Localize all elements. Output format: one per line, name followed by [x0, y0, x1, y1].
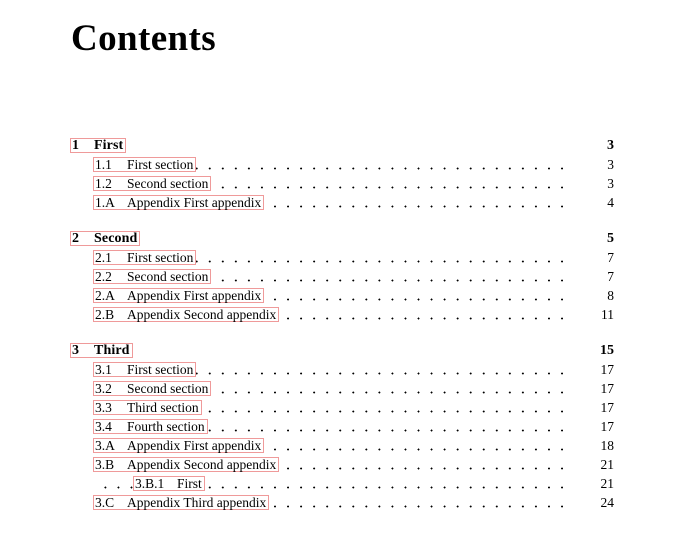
toc-page-number: 8	[574, 286, 614, 305]
toc-page-number: 21	[574, 455, 614, 474]
page-title: Contents	[71, 18, 217, 59]
toc-entry-number: 2.B	[95, 307, 115, 322]
toc-link-box[interactable]: 3.C Appendix Third appendix	[93, 495, 270, 510]
toc-entry-number: 3.A	[95, 438, 115, 453]
toc-entry-section[interactable]: 2.A Appendix First appendix 8	[0, 286, 700, 305]
toc-group: 3 Third 15 3.1 First section 17 3.2 Second sect…	[0, 341, 700, 512]
toc-entry-number: 3.2	[95, 381, 112, 396]
document-page: Contents 1 First 3 1.1 First section 3 1.2 Seco…	[0, 0, 700, 549]
toc-page-number: 11	[574, 305, 614, 324]
toc-entry-number: 2	[72, 231, 80, 246]
toc-link-box[interactable]: 1 First	[70, 138, 127, 153]
toc-page-number: 18	[574, 436, 614, 455]
toc-entry-label: Appendix Third appendix	[127, 495, 267, 510]
toc-entry-section[interactable]: 1.2 Second section 3	[0, 174, 700, 193]
toc-page-number: 5	[574, 229, 614, 248]
toc-page-number: 7	[574, 267, 614, 286]
toc-entry-label: First section	[127, 250, 194, 265]
toc-link-box[interactable]: 1.A Appendix First appendix	[93, 195, 265, 210]
toc-page-number: 21	[574, 474, 614, 493]
toc-link-box[interactable]: 1.1 First section	[93, 157, 197, 172]
toc-page-number: 7	[574, 248, 614, 267]
toc-entry-number: 1	[72, 138, 80, 153]
toc-page-number: 4	[574, 193, 614, 212]
toc-entry-label: First	[94, 138, 124, 153]
toc-entry-label: Second section	[127, 381, 209, 396]
toc-entry-number: 2.A	[95, 288, 115, 303]
toc-entry-label: Second section	[127, 269, 209, 284]
toc-entry-subsection[interactable]: 3.B.1 First 21	[0, 474, 700, 493]
toc-entry-label: Appendix First appendix	[127, 195, 262, 210]
toc-entry-number: 1.2	[95, 176, 112, 191]
toc-entry-number: 3.B.1	[135, 476, 165, 491]
toc-entry-label: First section	[127, 362, 194, 377]
toc-entry-section[interactable]: 3.4 Fourth section 17	[0, 417, 700, 436]
toc-page-number: 3	[574, 136, 614, 155]
toc-entry-label: Second section	[127, 176, 209, 191]
toc-entry-number: 3.4	[95, 419, 112, 434]
toc-page-number: 17	[574, 417, 614, 436]
toc-entry-number: 3.C	[95, 495, 115, 510]
toc-entry-number: 1.A	[95, 195, 115, 210]
toc-link-box[interactable]: 3.A Appendix First appendix	[93, 438, 265, 453]
toc-entry-number: 3.1	[95, 362, 112, 377]
toc-entry-chapter[interactable]: 2 Second 5	[0, 229, 700, 248]
toc-entry-section[interactable]: 3.A Appendix First appendix 18	[0, 436, 700, 455]
toc-link-box[interactable]: 2.B Appendix Second appendix	[93, 307, 280, 322]
toc-entry-label: First	[177, 476, 202, 491]
toc-entry-number: 3.3	[95, 400, 112, 415]
toc-entry-section[interactable]: 1.1 First section 3	[0, 155, 700, 174]
toc-entry-number: 2.1	[95, 250, 112, 265]
toc-entry-label: Appendix Second appendix	[127, 307, 277, 322]
toc-page-number: 17	[574, 360, 614, 379]
toc-entry-chapter[interactable]: 1 First 3	[0, 136, 700, 155]
toc-link-box[interactable]: 2.A Appendix First appendix	[93, 288, 265, 303]
toc-link-box[interactable]: 2.2 Second section	[93, 269, 212, 284]
toc-link-box[interactable]: 3.4 Fourth section	[93, 419, 208, 434]
toc-entry-label: Fourth section	[127, 419, 205, 434]
toc-entry-number: 3	[72, 343, 80, 358]
toc-entry-label: Third	[94, 343, 130, 358]
table-of-contents: 1 First 3 1.1 First section 3 1.2 Second sectio…	[0, 136, 700, 512]
toc-entry-section[interactable]: 1.A Appendix First appendix 4	[0, 193, 700, 212]
toc-entry-section[interactable]: 3.3 Third section 17	[0, 398, 700, 417]
toc-link-box[interactable]: 3.B.1 First	[133, 476, 205, 491]
toc-link-box[interactable]: 3.B Appendix Second appendix	[93, 457, 280, 472]
toc-entry-number: 2.2	[95, 269, 112, 284]
toc-page-number: 24	[574, 493, 614, 512]
toc-entry-section[interactable]: 3.C Appendix Third appendix 24	[0, 493, 700, 512]
toc-page-number: 15	[574, 341, 614, 360]
toc-entry-label: Appendix Second appendix	[127, 457, 277, 472]
toc-entry-label: Appendix First appendix	[127, 288, 262, 303]
toc-entry-label: Third section	[127, 400, 199, 415]
toc-entry-section[interactable]: 2.B Appendix Second appendix 11	[0, 305, 700, 324]
toc-link-box[interactable]: 3.1 First section	[93, 362, 197, 377]
toc-entry-number: 3.B	[95, 457, 115, 472]
toc-link-box[interactable]: 2.1 First section	[93, 250, 197, 265]
toc-entry-label: Appendix First appendix	[127, 438, 262, 453]
toc-entry-section[interactable]: 3.2 Second section 17	[0, 379, 700, 398]
toc-entry-label: First section	[127, 157, 194, 172]
toc-entry-section[interactable]: 3.1 First section 17	[0, 360, 700, 379]
toc-link-box[interactable]: 3.3 Third section	[93, 400, 202, 415]
toc-entry-number: 1.1	[95, 157, 112, 172]
toc-link-box[interactable]: 3 Third	[70, 343, 133, 358]
toc-link-box[interactable]: 2 Second	[70, 231, 141, 246]
toc-page-number: 17	[574, 398, 614, 417]
toc-page-number: 3	[574, 174, 614, 193]
toc-entry-section[interactable]: 3.B Appendix Second appendix 21	[0, 455, 700, 474]
toc-entry-chapter[interactable]: 3 Third 15	[0, 341, 700, 360]
toc-link-box[interactable]: 1.2 Second section	[93, 176, 212, 191]
toc-entry-section[interactable]: 2.2 Second section 7	[0, 267, 700, 286]
toc-page-number: 17	[574, 379, 614, 398]
toc-entry-section[interactable]: 2.1 First section 7	[0, 248, 700, 267]
toc-group: 1 First 3 1.1 First section 3 1.2 Second sectio…	[0, 136, 700, 212]
toc-link-box[interactable]: 3.2 Second section	[93, 381, 212, 396]
toc-page-number: 3	[574, 155, 614, 174]
toc-group: 2 Second 5 2.1 First section 7 2.2 Second secti…	[0, 229, 700, 324]
toc-entry-label: Second	[94, 231, 138, 246]
